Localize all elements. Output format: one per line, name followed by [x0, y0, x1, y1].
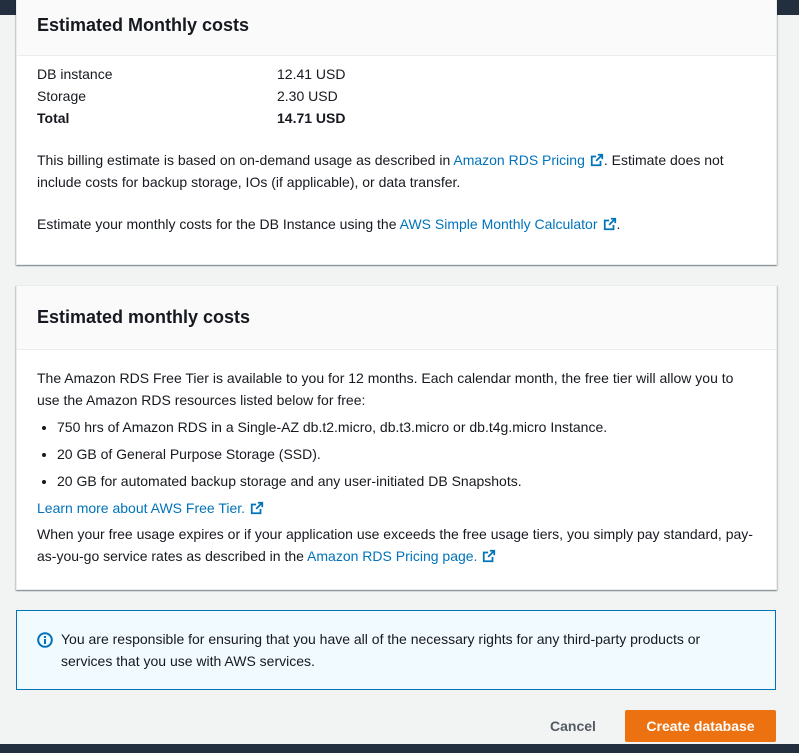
free-tier-list: 750 hrs of Amazon RDS in a Single-AZ db.… [37, 416, 756, 492]
panel-title: Estimated monthly costs [37, 307, 251, 327]
cost-row-storage: Storage 2.30 USD [37, 85, 756, 107]
footer-bar [0, 744, 799, 753]
create-database-button[interactable]: Create database [625, 710, 776, 742]
expiry-note: When your free usage expires or if your … [37, 526, 753, 564]
cost-row-db-instance: DB instance 12.41 USD [37, 63, 756, 85]
panel-header: Estimated Monthly costs [17, 0, 776, 56]
info-alert: You are responsible for ensuring that yo… [16, 610, 776, 690]
free-tier-link[interactable]: Learn more about AWS Free Tier. [37, 500, 245, 516]
cancel-button[interactable]: Cancel [542, 711, 604, 741]
cost-value: 14.71 USD [277, 110, 346, 126]
panel-body: The Amazon RDS Free Tier is available to… [17, 350, 776, 567]
monthly-calculator-link[interactable]: AWS Simple Monthly Calculator [400, 216, 598, 232]
billing-note: This billing estimate is based on on-dem… [37, 152, 724, 190]
panel-header: Estimated monthly costs [17, 286, 776, 350]
external-link-icon[interactable] [482, 549, 496, 563]
monthly-costs-panel: Estimated Monthly costs DB instance 12.4… [16, 0, 777, 265]
list-item: 750 hrs of Amazon RDS in a Single-AZ db.… [57, 416, 756, 438]
rds-pricing-link[interactable]: Amazon RDS Pricing [453, 152, 585, 168]
cost-label: DB instance [37, 66, 113, 82]
cost-value: 2.30 USD [277, 88, 338, 104]
cost-table: DB instance 12.41 USD Storage 2.30 USD T… [37, 63, 756, 129]
list-item: 20 GB for automated backup storage and a… [57, 470, 756, 492]
list-item: 20 GB of General Purpose Storage (SSD). [57, 443, 756, 465]
external-link-icon[interactable] [250, 501, 264, 515]
free-tier-panel: Estimated monthly costs The Amazon RDS F… [16, 285, 777, 590]
cost-label: Total [37, 110, 70, 126]
cost-row-total: Total 14.71 USD [37, 107, 756, 129]
cost-value: 12.41 USD [277, 66, 346, 82]
panel-body: DB instance 12.41 USD Storage 2.30 USD T… [17, 56, 776, 235]
panel-title: Estimated Monthly costs [37, 15, 250, 35]
free-tier-intro: The Amazon RDS Free Tier is available to… [37, 370, 734, 408]
learn-more: Learn more about AWS Free Tier. [37, 497, 756, 519]
cost-label: Storage [37, 88, 87, 104]
rds-pricing-page-link[interactable]: Amazon RDS Pricing page. [307, 548, 477, 564]
calculator-note: Estimate your monthly costs for the DB I… [37, 216, 621, 232]
info-text: You are responsible for ensuring that yo… [61, 631, 701, 669]
external-link-icon[interactable] [590, 153, 604, 167]
external-link-icon[interactable] [603, 217, 617, 231]
info-icon [37, 632, 53, 648]
